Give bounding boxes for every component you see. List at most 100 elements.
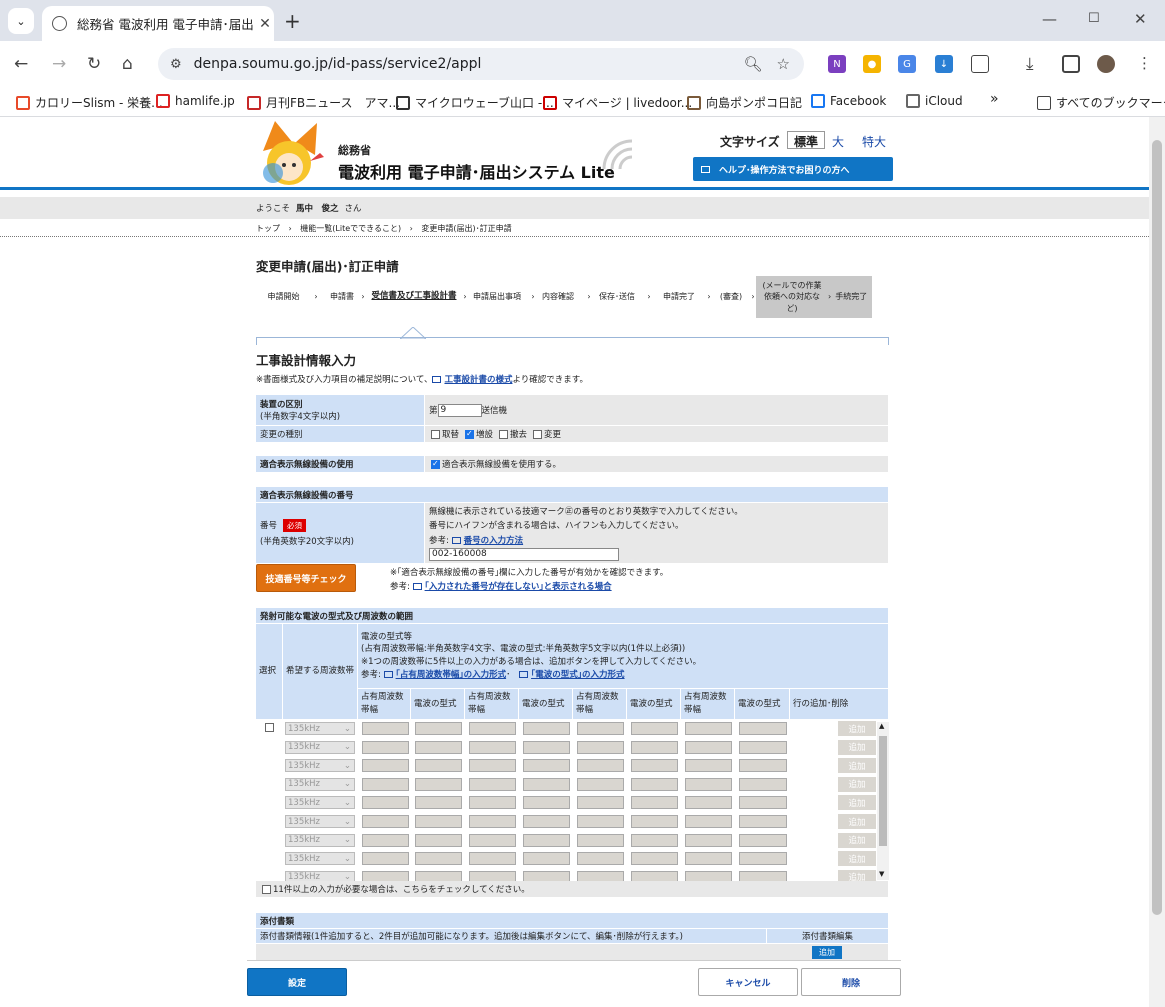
back-arrow-icon[interactable]: ← — [14, 54, 28, 74]
bandwidth-input[interactable] — [685, 759, 732, 773]
emission-type-input[interactable] — [415, 740, 462, 754]
emission-type-input[interactable] — [631, 759, 678, 773]
bandwidth-input[interactable] — [577, 852, 624, 866]
emission-type-input[interactable] — [523, 759, 570, 773]
number-input-method-link[interactable]: 番号の入力方法 — [464, 536, 524, 546]
tech-number-check-button[interactable]: 技適番号等チェック — [256, 564, 356, 592]
emission-type-input[interactable] — [631, 740, 678, 754]
bandwidth-input[interactable] — [469, 815, 516, 828]
emission-type-input[interactable] — [523, 777, 570, 791]
emission-type-input[interactable] — [415, 796, 462, 810]
profile-avatar[interactable] — [1097, 55, 1115, 73]
row-add-button[interactable]: 追加 — [838, 776, 876, 792]
bandwidth-input[interactable] — [577, 722, 624, 735]
settle-button[interactable]: 設定 — [247, 968, 347, 996]
keep-extension-icon[interactable]: ● — [863, 55, 881, 73]
emission-type-input[interactable] — [631, 833, 678, 847]
band-select[interactable]: 135kHz ⌄ — [285, 852, 355, 866]
minimize-icon[interactable]: — — [1042, 10, 1057, 28]
close-tab-icon[interactable]: ✕ — [256, 16, 274, 32]
home-icon[interactable]: ⌂ — [122, 54, 133, 74]
bandwidth-input[interactable] — [577, 815, 624, 828]
bandwidth-input[interactable] — [362, 796, 409, 810]
bandwidth-input[interactable] — [362, 722, 409, 735]
bookmark-item[interactable]: iCloud — [906, 94, 963, 108]
emission-type-input[interactable] — [739, 722, 787, 735]
bandwidth-input[interactable] — [685, 852, 732, 866]
bookmark-item[interactable]: カロリーSlism - 栄養... — [16, 94, 163, 111]
downloads-icon[interactable]: ⤓ — [1026, 54, 1034, 74]
maximize-icon[interactable]: ☐ — [1088, 11, 1100, 26]
number-not-exist-link[interactable]: ｢入力された番号が存在しない｣と表示される場合 — [425, 582, 612, 592]
bookmark-item[interactable]: マイページ | livedoor... — [543, 94, 692, 111]
bandwidth-input[interactable] — [362, 852, 409, 866]
tab-search-button[interactable]: ⌄ — [8, 8, 34, 34]
bandwidth-input[interactable] — [577, 740, 624, 754]
help-button[interactable]: ヘルプ･操作方法でお困りの方へ — [693, 157, 893, 181]
band-select[interactable]: 135kHz ⌄ — [285, 796, 355, 810]
emission-type-input[interactable] — [739, 777, 787, 791]
emission-type-input[interactable] — [523, 740, 570, 754]
breadcrumb-functions[interactable]: 機能一覧(Liteでできること) — [300, 224, 401, 233]
page-scroll-thumb[interactable] — [1152, 140, 1162, 915]
bookmark-item[interactable]: Facebook — [811, 94, 886, 108]
bandwidth-input[interactable] — [685, 815, 732, 828]
browser-tab[interactable]: 総務省 電波利用 電子申請･届出 ✕ — [42, 6, 274, 41]
row-add-button[interactable]: 追加 — [838, 814, 876, 829]
emission-type-input[interactable] — [415, 852, 462, 866]
emission-type-input[interactable] — [523, 722, 570, 735]
emission-type-input[interactable] — [523, 852, 570, 866]
bandwidth-input[interactable] — [362, 759, 409, 773]
emission-type-input[interactable] — [631, 796, 678, 810]
conformity-number-input[interactable]: 002-160008 — [429, 547, 619, 561]
text-size-standard[interactable]: 標準 — [787, 131, 826, 149]
band-select[interactable]: 135kHz ⌄ — [285, 740, 355, 754]
address-bar[interactable]: ⚙ denpa.soumu.go.jp/id-pass/service2/app… — [158, 48, 804, 80]
bandwidth-input[interactable] — [577, 759, 624, 773]
option-remove-checkbox[interactable] — [499, 429, 509, 439]
extensions-puzzle-icon[interactable] — [971, 55, 989, 73]
bookmark-item[interactable]: 月刊FBニュース アマ... — [247, 94, 400, 111]
forward-arrow-icon[interactable]: → — [52, 54, 66, 74]
zoom-icon[interactable]: 🔍︎ — [744, 55, 763, 73]
emission-type-input[interactable] — [739, 796, 787, 810]
text-size-large[interactable]: 大 — [825, 131, 852, 149]
row-add-button[interactable]: 追加 — [838, 758, 876, 774]
emission-type-input[interactable] — [415, 833, 462, 847]
bandwidth-input[interactable] — [469, 759, 516, 773]
option-replace-checkbox[interactable] — [431, 429, 440, 439]
emission-type-input[interactable] — [523, 796, 570, 810]
attachment-add-button[interactable]: 追加 — [812, 946, 842, 959]
bookmark-item[interactable]: 向島ポンポコ日記 — [687, 94, 802, 111]
emission-type-input[interactable] — [739, 852, 787, 866]
more-menu-icon[interactable]: ⋮ — [1137, 54, 1152, 72]
bandwidth-input[interactable] — [362, 815, 409, 828]
band-select[interactable]: 135kHz ⌄ — [285, 759, 355, 773]
download-extension-icon[interactable]: ↓ — [935, 55, 953, 73]
device-number-input[interactable]: 9 — [437, 403, 482, 417]
bandwidth-input[interactable] — [685, 833, 732, 847]
all-bookmarks-folder[interactable]: すべてのブックマーク — [1037, 94, 1165, 111]
bandwidth-input[interactable] — [469, 833, 516, 847]
row-add-button[interactable]: 追加 — [838, 721, 876, 736]
close-window-icon[interactable]: ✕ — [1134, 10, 1147, 28]
bandwidth-input[interactable] — [469, 777, 516, 791]
bandwidth-input[interactable] — [577, 796, 624, 810]
grid-scroll-thumb[interactable] — [879, 736, 887, 846]
conformity-use-checkbox[interactable] — [431, 459, 440, 469]
emission-type-input[interactable] — [631, 815, 678, 828]
band-select[interactable]: 135kHz ⌄ — [285, 833, 355, 847]
emission-type-input[interactable] — [415, 759, 462, 773]
bandwidth-input[interactable] — [469, 852, 516, 866]
emission-type-input[interactable] — [631, 852, 678, 866]
row-add-button[interactable]: 追加 — [838, 832, 876, 848]
band-select[interactable]: 135kHz ⌄ — [285, 815, 355, 828]
bandwidth-input[interactable] — [685, 796, 732, 810]
emission-type-input[interactable] — [739, 815, 787, 828]
bookmark-item[interactable]: hamlife.jp — [156, 94, 235, 108]
band-select[interactable]: 135kHz ⌄ — [285, 777, 355, 791]
bandwidth-input[interactable] — [685, 740, 732, 754]
bandwidth-input[interactable] — [362, 833, 409, 847]
text-size-xlarge[interactable]: 特大 — [855, 131, 894, 149]
option-add-checkbox[interactable] — [465, 429, 475, 439]
